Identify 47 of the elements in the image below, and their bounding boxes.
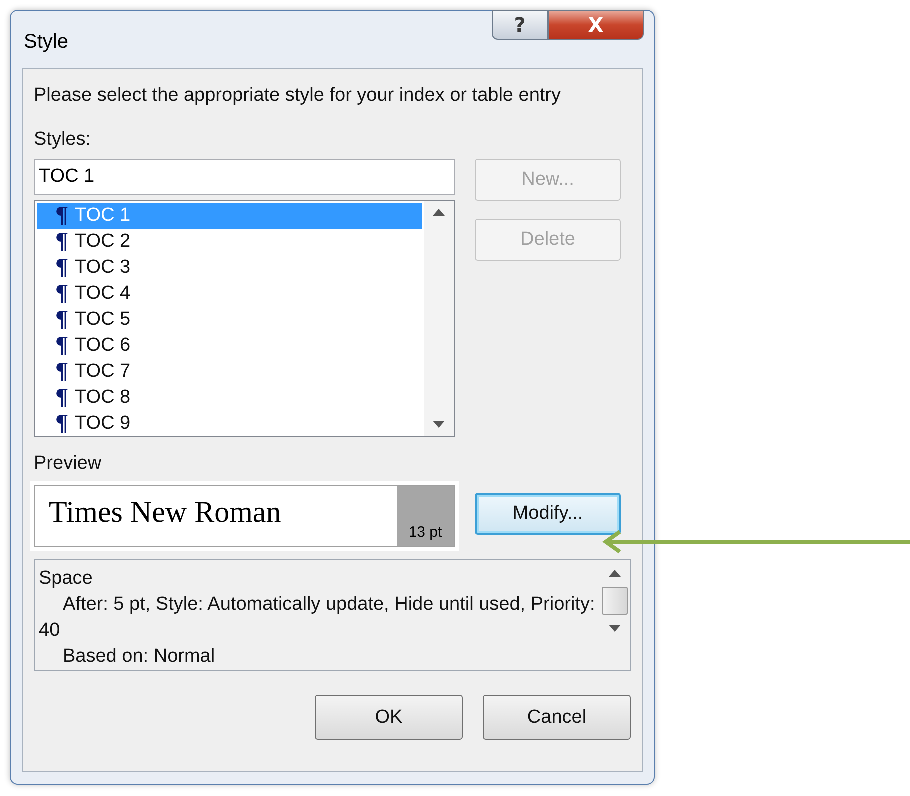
description-line: Space <box>39 567 94 591</box>
paragraph-mark: ¶ <box>55 203 69 229</box>
font-size-label: 13 pt <box>397 486 454 546</box>
style-list-item[interactable]: ¶ TOC 4 <box>37 281 422 307</box>
preview-font-name: Times New Roman <box>48 495 282 531</box>
style-list-item[interactable]: ¶ TOC 8 <box>37 385 422 411</box>
style-list-item[interactable]: ¶ TOC 2 <box>37 229 422 255</box>
paragraph-mark: ¶ <box>55 385 69 411</box>
style-list-item[interactable]: ¶ TOC 9 <box>37 411 422 437</box>
description-line: Based on: Normal <box>62 645 216 669</box>
style-list-item[interactable]: ¶ TOC 7 <box>37 359 422 385</box>
description-line: After: 5 pt, Style: Automatically update, Hide until used, Priority: 40 <box>39 593 596 643</box>
instruction-text: Please select the appropriate style for your index or table entry <box>34 84 562 108</box>
window-title: Style <box>24 31 68 54</box>
scrollbar[interactable] <box>424 201 454 436</box>
style-list-item[interactable]: ¶ TOC 5 <box>37 307 422 333</box>
preview-label: Preview <box>34 452 103 476</box>
paragraph-mark: ¶ <box>55 333 69 359</box>
style-name: TOC 8 <box>75 387 131 409</box>
dialog-button[interactable]: OK <box>315 695 463 740</box>
scroll-down-icon[interactable] <box>609 625 621 632</box>
paragraph-mark: ¶ <box>55 307 69 333</box>
paragraph-mark: ¶ <box>55 359 69 385</box>
close-button[interactable]: X <box>548 10 644 40</box>
paragraph-mark: ¶ <box>55 281 69 307</box>
style-list-item[interactable]: ¶ TOC 6 <box>37 333 422 359</box>
style-name: TOC 2 <box>75 231 131 253</box>
help-button[interactable]: ? <box>492 10 548 40</box>
style-list-item[interactable]: ¶ TOC 3 <box>37 255 422 281</box>
style-name: TOC 1 <box>75 205 131 227</box>
style-name: TOC 6 <box>75 335 131 357</box>
dialog-button[interactable]: Cancel <box>483 695 631 740</box>
scroll-up-icon[interactable] <box>433 209 445 216</box>
scroll-up-icon[interactable] <box>609 570 621 577</box>
style-name: TOC 5 <box>75 309 131 331</box>
style-name-field[interactable]: TOC 1 <box>34 159 455 195</box>
styles-label: Styles: <box>34 128 92 152</box>
paragraph-mark: ¶ <box>55 229 69 255</box>
style-name: TOC 9 <box>75 413 131 435</box>
style-name: TOC 4 <box>75 283 131 305</box>
modify-button[interactable]: Modify... <box>475 493 621 535</box>
scroll-down-icon[interactable] <box>433 421 445 428</box>
paragraph-mark: ¶ <box>55 411 69 437</box>
paragraph-mark: ¶ <box>55 255 69 281</box>
style-name: TOC 7 <box>75 361 131 383</box>
style-name: TOC 3 <box>75 257 131 279</box>
style-list-item[interactable]: ¶ TOC 1 <box>37 203 422 229</box>
